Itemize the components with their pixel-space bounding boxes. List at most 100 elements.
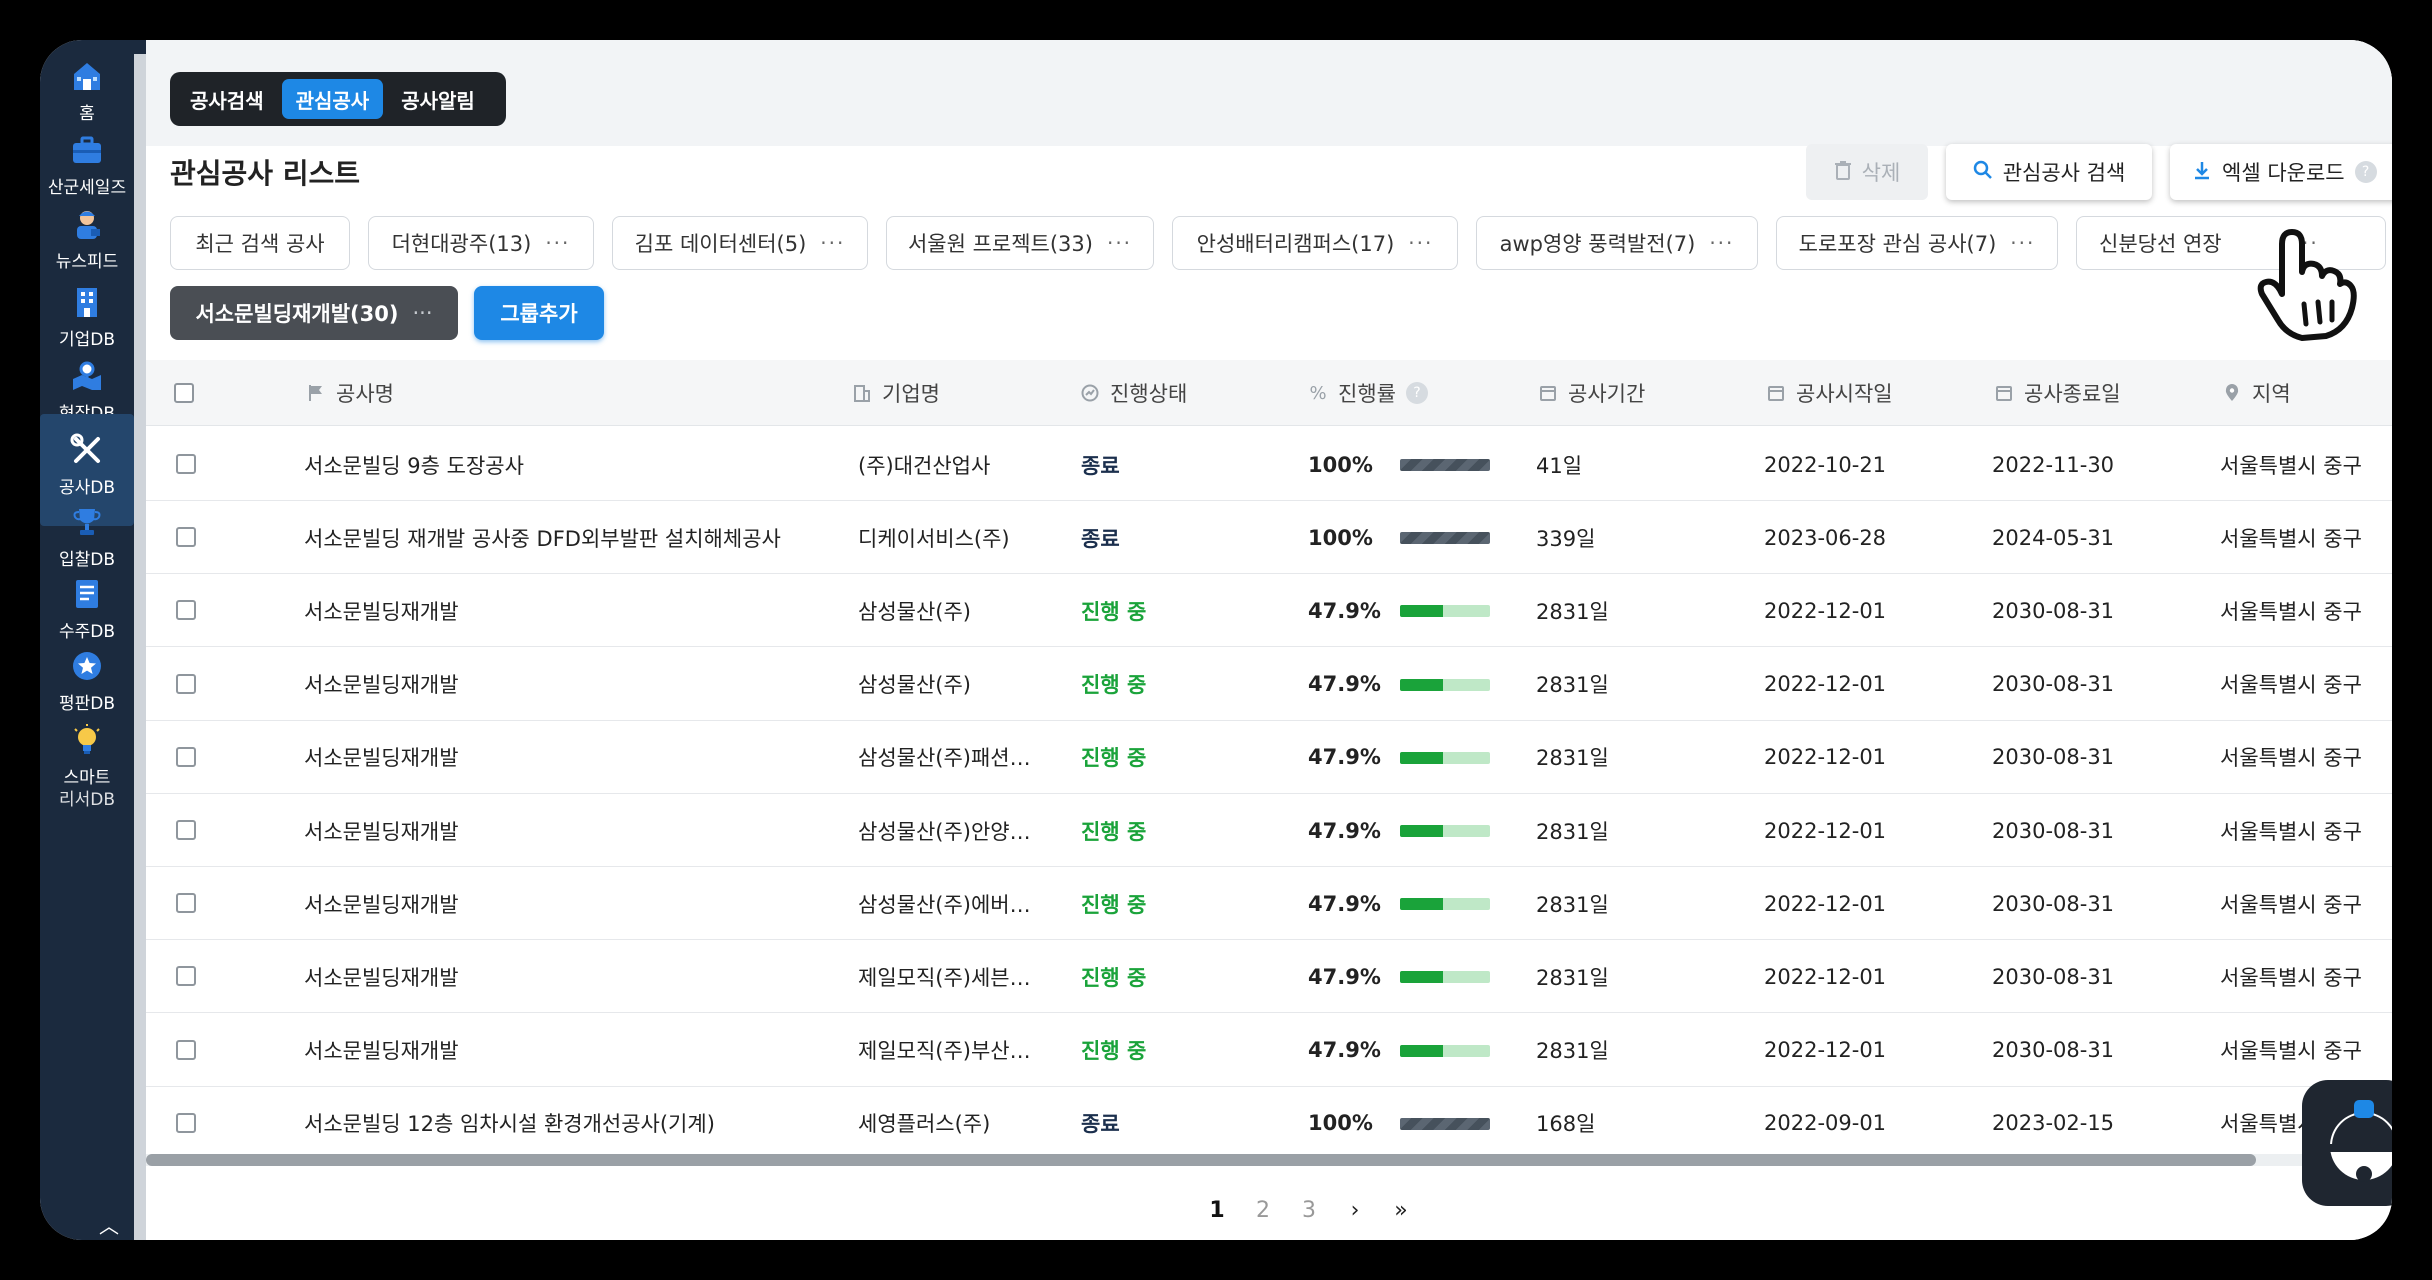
sidebar-scroll-up-button[interactable]: ︿ bbox=[94, 1210, 124, 1238]
home-icon bbox=[69, 58, 105, 94]
group-chip[interactable]: 김포 데이터센터(5) ··· bbox=[612, 216, 868, 270]
cell-end-date: 2030-08-31 bbox=[1992, 964, 2115, 989]
table-row[interactable]: 서소문빌딩 재개발 공사중 DFD외부발판 설치해체공사 디케이서비스(주) 종료 1… bbox=[146, 501, 2392, 575]
tab-construction-alerts[interactable]: 공사알림 bbox=[387, 79, 489, 119]
column-header-region[interactable]: 지역 bbox=[2222, 360, 2291, 426]
table-row[interactable]: 서소문빌딩 9층 도장공사 (주)대건산업사 종료 100% 41일 2022-10-21… bbox=[146, 428, 2392, 501]
star-badge-icon bbox=[69, 648, 105, 684]
table-row[interactable]: 서소문빌딩재개발 삼성물산(주)안양… 진행 중 47.9% 2831일 2022-12-… bbox=[146, 794, 2392, 867]
tab-interest-construction[interactable]: 관심공사 bbox=[281, 79, 384, 119]
group-chip-selected[interactable]: 서소문빌딩재개발(30) ··· bbox=[170, 286, 458, 340]
cell-period: 339일 bbox=[1536, 526, 1596, 551]
table-row[interactable]: 서소문빌딩 12층 임차시설 환경개선공사(기계) 세영플러스(주) 종료 100% 1… bbox=[146, 1087, 2392, 1160]
cell-construction-name: 서소문빌딩재개발 bbox=[304, 673, 459, 698]
cell-status: 진행 중 bbox=[1081, 819, 1147, 844]
group-chip[interactable]: 안성배터리캠퍼스(17) ··· bbox=[1172, 216, 1458, 270]
column-header-name[interactable]: 공사명 bbox=[306, 360, 394, 426]
group-chip[interactable]: 서울원 프로젝트(33) ··· bbox=[886, 216, 1154, 270]
cell-region: 서울특별시 중구 bbox=[2220, 453, 2362, 478]
column-header-rate[interactable]: % 진행률 ? bbox=[1308, 360, 1428, 426]
row-checkbox[interactable] bbox=[176, 454, 196, 474]
pagination: 1 2 3 › » bbox=[1194, 1190, 1424, 1230]
cell-status: 진행 중 bbox=[1081, 673, 1147, 698]
excel-download-button[interactable]: 엑셀 다운로드 ? bbox=[2170, 144, 2392, 200]
next-page-button[interactable]: › bbox=[1332, 1198, 1378, 1223]
page-button[interactable]: 3 bbox=[1286, 1198, 1332, 1223]
group-chip[interactable]: awp영양 풍력발전(7) ··· bbox=[1476, 216, 1758, 270]
row-checkbox[interactable] bbox=[176, 746, 196, 767]
more-options-icon[interactable]: ··· bbox=[820, 231, 845, 255]
help-icon[interactable]: ? bbox=[2354, 161, 2377, 183]
cell-rate: 47.9% bbox=[1308, 598, 1381, 623]
more-options-icon[interactable]: ··· bbox=[2010, 231, 2035, 255]
row-checkbox[interactable] bbox=[176, 1039, 196, 1060]
percent-icon: % bbox=[1309, 382, 1327, 404]
group-chip-label: awp영양 풍력발전(7) bbox=[1499, 232, 1696, 256]
progress-bar bbox=[1400, 532, 1490, 545]
cell-period: 2831일 bbox=[1536, 892, 1609, 917]
group-chip-recent[interactable]: 최근 검색 공사 bbox=[170, 216, 350, 270]
table-row[interactable]: 서소문빌딩재개발 삼성물산(주) 진행 중 47.9% 2831일 2022-12-01 2… bbox=[146, 648, 2392, 721]
cell-period: 2831일 bbox=[1536, 599, 1609, 624]
row-checkbox[interactable] bbox=[176, 966, 196, 987]
cell-period: 41일 bbox=[1536, 453, 1583, 478]
page-button[interactable]: 1 bbox=[1194, 1198, 1240, 1223]
table-row[interactable]: 서소문빌딩재개발 삼성물산(주) 진행 중 47.9% 2831일 2022-12-01 2… bbox=[146, 574, 2392, 648]
cell-start-date: 2023-06-28 bbox=[1764, 525, 1887, 550]
last-page-button[interactable]: » bbox=[1378, 1198, 1424, 1223]
cell-region: 서울특별시 중구 bbox=[2220, 965, 2362, 990]
select-all-checkbox[interactable] bbox=[174, 383, 194, 403]
page-button[interactable]: 2 bbox=[1240, 1198, 1286, 1223]
cell-construction-name: 서소문빌딩 9층 도장공사 bbox=[304, 453, 524, 478]
row-checkbox[interactable] bbox=[176, 1112, 196, 1133]
table-row[interactable]: 서소문빌딩재개발 삼성물산(주)패션… 진행 중 47.9% 2831일 2022-12-… bbox=[146, 721, 2392, 794]
cell-rate: 47.9% bbox=[1308, 818, 1381, 843]
column-header-status[interactable]: 진행상태 bbox=[1080, 360, 1187, 426]
row-checkbox[interactable] bbox=[176, 673, 196, 694]
cell-end-date: 2030-08-31 bbox=[1992, 672, 2115, 697]
more-options-icon[interactable]: ··· bbox=[545, 231, 570, 255]
interest-search-label: 관심공사 검색 bbox=[2002, 161, 2126, 185]
group-chip[interactable]: 도로포장 관심 공사(7) ··· bbox=[1776, 216, 2058, 270]
tab-search-construction[interactable]: 공사검색 bbox=[176, 79, 278, 119]
group-chip-label: 도로포장 관심 공사(7) bbox=[1798, 232, 1997, 256]
add-group-button[interactable]: 그룹추가 bbox=[474, 286, 604, 340]
row-checkbox[interactable] bbox=[176, 893, 196, 914]
column-header-company[interactable]: 기업명 bbox=[852, 360, 940, 426]
sidebar-scrollbar[interactable] bbox=[134, 54, 146, 1240]
tab-bar: 공사검색 관심공사 공사알림 bbox=[170, 72, 506, 126]
delete-button[interactable]: 삭제 bbox=[1806, 144, 1928, 200]
group-chip-label: 서소문빌딩재개발(30) bbox=[195, 302, 399, 326]
row-checkbox[interactable] bbox=[176, 820, 196, 840]
progress-bar bbox=[1400, 971, 1490, 984]
cell-company: (주)대건산업사 bbox=[858, 453, 991, 478]
more-options-icon[interactable]: ··· bbox=[1408, 231, 1433, 255]
cell-start-date: 2022-12-01 bbox=[1764, 964, 1887, 989]
group-chip[interactable]: 더현대광주(13) ··· bbox=[368, 216, 594, 270]
horizontal-scrollbar[interactable] bbox=[146, 1154, 2256, 1166]
more-options-icon[interactable]: ··· bbox=[412, 301, 432, 325]
column-header-period[interactable]: 공사기간 bbox=[1538, 360, 1645, 426]
table-row[interactable]: 서소문빌딩재개발 삼성물산(주)에버… 진행 중 47.9% 2831일 2022-12-… bbox=[146, 867, 2392, 941]
cell-end-date: 2023-02-15 bbox=[1992, 1111, 2115, 1136]
cell-construction-name: 서소문빌딩재개발 bbox=[304, 599, 459, 624]
progress-bar-fill bbox=[1400, 459, 1490, 471]
table-row[interactable]: 서소문빌딩재개발 제일모직(주)부산… 진행 중 47.9% 2831일 2022-12-… bbox=[146, 1014, 2392, 1087]
help-icon[interactable]: ? bbox=[1405, 382, 1428, 404]
table-row[interactable]: 서소문빌딩재개발 제일모직(주)세븐… 진행 중 47.9% 2831일 2022-12-… bbox=[146, 940, 2392, 1014]
interest-search-button[interactable]: 관심공사 검색 bbox=[1946, 144, 2152, 200]
cell-start-date: 2022-09-01 bbox=[1764, 1111, 1887, 1136]
support-chat-button[interactable] bbox=[2302, 1080, 2392, 1206]
column-header-end[interactable]: 공사종료일 bbox=[1994, 360, 2121, 426]
row-checkbox[interactable] bbox=[176, 600, 196, 621]
cell-construction-name: 서소문빌딩재개발 bbox=[304, 892, 459, 917]
row-checkbox[interactable] bbox=[176, 527, 196, 548]
group-chip-label: 서울원 프로젝트(33) bbox=[907, 232, 1093, 256]
sidebar-item-smart[interactable]: 스마트 리서DB bbox=[40, 704, 134, 816]
more-options-icon[interactable]: ··· bbox=[1709, 231, 1734, 255]
cell-start-date: 2022-12-01 bbox=[1764, 891, 1887, 916]
more-options-icon[interactable]: ··· bbox=[1107, 231, 1132, 255]
column-header-start[interactable]: 공사시작일 bbox=[1766, 360, 1893, 426]
download-icon bbox=[2192, 160, 2212, 185]
cell-end-date: 2030-08-31 bbox=[1992, 1038, 2115, 1063]
